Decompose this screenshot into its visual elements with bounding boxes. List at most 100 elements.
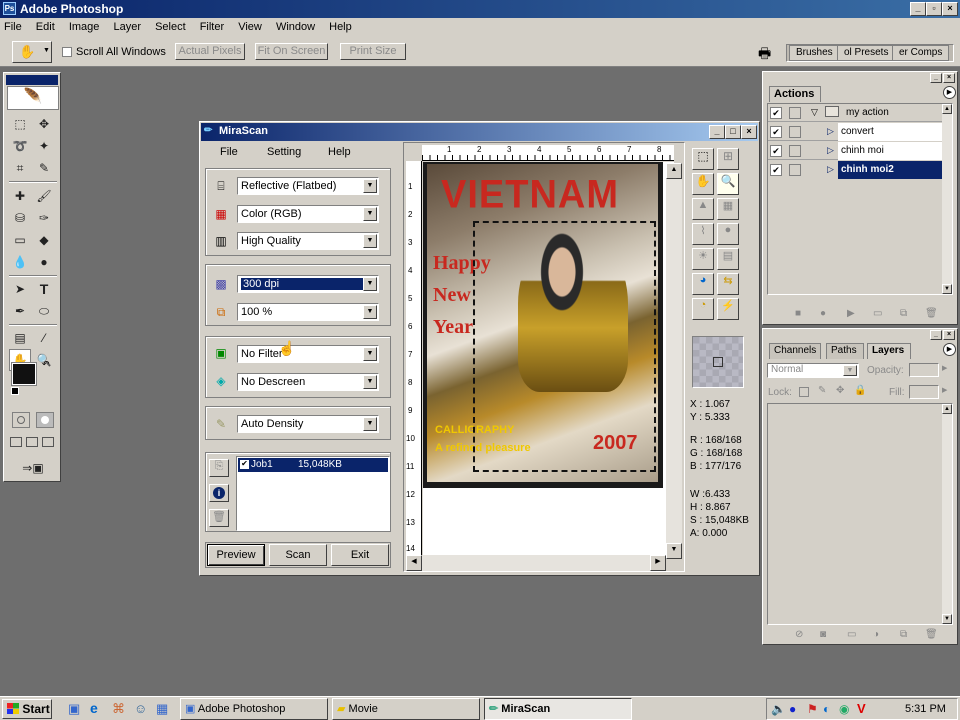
pen-tool-icon[interactable]: ✒ (9, 300, 31, 322)
pan-tool-icon[interactable]: ✋ (692, 173, 714, 195)
action-row[interactable]: ✔ ▷ convert (768, 123, 942, 141)
well-tab-layer-comps[interactable]: er Comps (892, 45, 950, 61)
lock-transparency-icon[interactable] (799, 387, 809, 397)
circle-icon[interactable]: ● (717, 223, 739, 245)
task-adobe-photoshop[interactable]: ▣ Adobe Photoshop (180, 698, 328, 720)
lock-all-icon[interactable]: 🔒 (854, 385, 866, 396)
task-mirascan[interactable]: ✏ MiraScan (484, 698, 632, 720)
tray-record-icon[interactable]: ● (789, 702, 796, 716)
rotate-icon[interactable]: ⇆ (717, 273, 739, 295)
menu-select[interactable]: Select (155, 21, 186, 33)
quicklaunch-extra-icon[interactable]: ▦ (156, 701, 168, 717)
adjustment-layer-icon[interactable]: ◑ (873, 629, 879, 640)
auto-adjust-icon[interactable]: ◔ (692, 298, 714, 320)
brightness-icon[interactable]: ☀ (692, 248, 714, 270)
restore-icon[interactable]: ▫ (926, 2, 942, 16)
horizontal-scrollbar[interactable]: ◀ ▶ (406, 555, 666, 571)
task-movie[interactable]: ▰ Movie (332, 698, 480, 720)
blend-mode-select[interactable]: Normal ▼ (767, 363, 859, 378)
palette-minimize-icon[interactable]: _ (930, 330, 942, 340)
action-row[interactable]: ✔ ▷ chinh moi (768, 142, 942, 160)
quicklaunch-desktop-icon[interactable]: ▣ (68, 701, 80, 717)
actions-tab[interactable]: Actions (769, 86, 821, 102)
start-button[interactable]: Start (2, 699, 52, 719)
move-tool-icon[interactable]: ✥ (33, 113, 55, 135)
mirascan-menu-setting[interactable]: Setting (267, 146, 301, 158)
grid-icon[interactable]: ▦ (717, 198, 739, 220)
well-tab-tool-presets[interactable]: ol Presets (837, 45, 896, 61)
well-tab-brushes[interactable]: Brushes (789, 45, 840, 61)
opacity-arrow-icon[interactable]: ▶ (942, 364, 947, 372)
record-icon[interactable]: ● (820, 308, 826, 319)
density-select[interactable]: Auto Density ▼ (237, 415, 379, 433)
scan-preview-image[interactable]: VIETNAM Happy New Year CALLIGRAPHY A ref… (423, 162, 663, 488)
minimize-icon[interactable]: _ (910, 2, 926, 16)
menu-image[interactable]: Image (69, 21, 100, 33)
stop-icon[interactable]: ■ (795, 308, 801, 319)
feather-logo[interactable]: 🪶 (7, 86, 59, 110)
dialog-toggle[interactable] (789, 164, 801, 176)
fill-arrow-icon[interactable]: ▶ (942, 386, 947, 394)
action-row[interactable]: ✔ ▽ my action (768, 104, 942, 122)
shape-tool-icon[interactable]: ⬭ (33, 300, 55, 322)
expand-icon[interactable]: ▷ (827, 145, 834, 156)
eyedropper-icon[interactable]: ⁄ (33, 327, 55, 349)
fill-field[interactable] (909, 385, 939, 399)
history-brush-icon[interactable]: ✑ (33, 207, 55, 229)
histogram-icon[interactable]: ▲ (692, 198, 714, 220)
dodge-tool-icon[interactable]: ● (33, 251, 55, 273)
healing-brush-icon[interactable]: ✚ (9, 185, 31, 207)
tray-antivirus-icon[interactable]: V (857, 701, 866, 716)
tray-globe-icon[interactable]: ◉ (839, 702, 849, 716)
menu-help[interactable]: Help (329, 21, 352, 33)
menu-layer[interactable]: Layer (113, 21, 141, 33)
action-check-icon[interactable]: ✔ (770, 145, 782, 157)
close-icon[interactable]: × (942, 2, 958, 16)
tab-layers[interactable]: Layers (867, 343, 911, 359)
action-check-icon[interactable]: ✔ (770, 164, 782, 176)
blur-tool-icon[interactable]: 💧 (9, 251, 31, 273)
expand-icon[interactable]: ▷ (827, 164, 834, 175)
menu-edit[interactable]: Edit (36, 21, 55, 33)
lightning-icon[interactable]: ⚡ (717, 298, 739, 320)
lock-image-icon[interactable]: ✎ (818, 385, 826, 396)
menu-file[interactable]: File (4, 21, 22, 33)
expand-icon[interactable]: ▷ (827, 126, 834, 137)
mirascan-menu-file[interactable]: File (220, 146, 238, 158)
menu-view[interactable]: View (238, 21, 262, 33)
marquee-tool-icon[interactable]: ⬚ (9, 113, 31, 135)
quicklaunch-ie-icon[interactable]: e (90, 700, 98, 716)
action-row-selected[interactable]: ✔ ▷ chinh moi2 (768, 161, 942, 179)
file-browser-icon[interactable]: 🖶 (758, 43, 771, 67)
magic-wand-icon[interactable]: ✦ (33, 135, 55, 157)
type-tool-icon[interactable]: T (33, 278, 55, 300)
scale-select[interactable]: 100 % ▼ (237, 303, 379, 321)
zoom-preview-icon[interactable]: 🔍 (717, 173, 739, 195)
color-balance-icon[interactable]: ◕ (692, 273, 714, 295)
new-group-icon[interactable]: ▭ (847, 629, 856, 640)
job-checkbox[interactable]: ✔ (240, 460, 249, 469)
curves-icon[interactable]: ⌇ (692, 223, 714, 245)
screen-mode-menubar-icon[interactable] (26, 437, 38, 447)
scan-button[interactable]: Scan (269, 544, 327, 566)
tray-network-icon[interactable]: ⚑ (807, 702, 818, 716)
palette-close-icon[interactable]: × (943, 330, 955, 340)
jump-to-imageready-icon[interactable]: ⇒▣ (14, 457, 52, 479)
mirascan-minimize-icon[interactable]: _ (709, 125, 725, 139)
brush-tool-icon[interactable]: 🖌 (33, 185, 55, 207)
menu-filter[interactable]: Filter (200, 21, 224, 33)
lock-position-icon[interactable]: ✥ (836, 385, 844, 396)
tab-paths[interactable]: Paths (826, 343, 864, 359)
job-info-button[interactable]: i (209, 484, 229, 502)
job-delete-button[interactable]: 🗑 (209, 509, 229, 527)
layers-scrollbar[interactable]: ▲ ▼ (942, 404, 952, 624)
action-check-icon[interactable]: ✔ (770, 107, 782, 119)
new-layer-icon[interactable]: ⧉ (900, 629, 907, 640)
levels-icon[interactable]: ▤ (717, 248, 739, 270)
scroll-all-checkbox[interactable] (62, 47, 72, 57)
lasso-tool-icon[interactable]: ➰ (9, 135, 31, 157)
scroll-down-icon[interactable]: ▼ (666, 543, 682, 559)
default-colors-icon[interactable] (11, 387, 19, 395)
scroll-down-icon[interactable]: ▼ (942, 284, 952, 294)
dialog-toggle[interactable] (789, 145, 801, 157)
